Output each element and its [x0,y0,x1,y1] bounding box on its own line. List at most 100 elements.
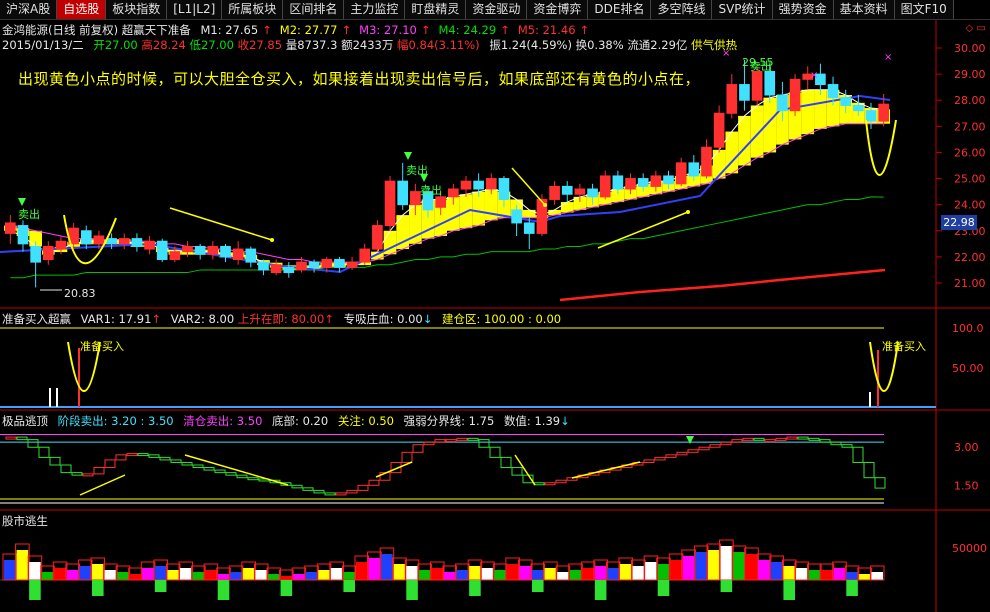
candle-body [258,261,269,271]
build-value: 建仓区: 100.00 : 0.00 [442,312,562,326]
sell-arrow-icon [686,436,694,444]
price-axis-label: 27.00 [954,120,986,133]
price-axis-label: 22.00 [954,251,986,264]
candle-body [485,178,497,190]
price-axis-label: 24.00 [954,199,986,212]
value-value: 数值: 1.39 [503,414,561,428]
volume-bar [569,570,582,580]
volume-bar [66,570,79,580]
escape-box [841,444,853,448]
volume-bar [594,566,607,580]
volume-bar [494,570,506,580]
escape-box [181,461,193,466]
var1-value: VAR1: 17.91 [80,312,152,326]
price-axis-label: 30.00 [954,42,986,55]
candle-body [270,264,282,274]
volume-bar [645,562,657,580]
escape-box [126,453,138,457]
candle-body [523,222,535,234]
volume-bar [343,572,355,580]
candle-body [372,225,383,250]
candle-body [650,175,662,187]
candle-body [637,178,649,187]
indicator2-axis-label: 1.50 [954,479,979,492]
negative-bar [469,580,481,596]
candle-body [827,84,839,99]
strategy-annotation: 出现黄色小点的时候，可以大胆全仓买入，如果接着出现卖出信号后，如果底部还有黄色的… [18,70,701,88]
stage-sell-value: 阶段卖出: 3.20 : 3.50 [57,414,174,428]
escape-box [511,467,523,476]
candle-body [384,180,396,227]
candle-body [296,261,307,271]
sell-arrow-icon [18,198,26,206]
trend-band-step [560,202,574,213]
volume-bar [16,550,29,580]
escape-box [423,441,435,446]
indicator2-axis-label: 3.00 [954,441,979,454]
volume-bar [582,568,594,580]
sell-signal-label: 卖出 [18,208,40,221]
trend-band-step [814,89,827,129]
volume-bar [54,568,66,580]
escape-box [236,474,248,479]
sell-signal-label: 卖出 [420,184,442,197]
escape-box [731,439,743,443]
candle-body [55,240,67,250]
escape-box [456,437,468,441]
escape-box [786,436,798,440]
volume-bar [180,568,192,580]
focus-value: 关注: 0.50 [337,414,394,428]
volume-bar [154,566,167,580]
candle-body [777,94,788,112]
volume-bar [532,570,544,580]
escape-box [49,456,61,466]
volume-bar [192,572,205,580]
escape-box [412,444,424,453]
candle-body [93,235,105,245]
candle-body [853,104,864,112]
indicator1-axis-label: 50.00 [952,362,984,375]
var2-value: VAR2: 8.00 [170,312,235,326]
escape-box [203,467,215,471]
candle-body [169,251,181,261]
indicator2-title: 极品逃顶 [2,414,48,428]
indicator1-title: 准备买入超赢 [2,312,71,326]
escape-box [170,459,182,463]
escape-box [16,436,28,441]
volume-bar [406,566,418,580]
volume-bar [393,564,406,580]
clear-sell-value: 清仓卖出: 3.50 [183,414,263,428]
trend-band-step [750,105,764,158]
candle-body [498,178,510,200]
escape-box [324,492,336,496]
sell-signal-label: 卖出 [750,60,772,73]
volume-bar [632,566,645,580]
escape-box [434,439,446,443]
escape-box [346,489,358,494]
escape-box [115,454,127,461]
rising-value: 上升在即: 80.00 [237,312,325,326]
escape-box [819,439,831,443]
price-axis-label: 29.00 [954,68,986,81]
escape-box [698,446,710,451]
volume-bar [129,574,142,580]
volume-bar [444,572,456,580]
volume-bar [469,566,481,580]
negative-bar [657,580,670,596]
volume-bar [41,572,54,580]
candle-body [713,112,725,148]
low-price-label: 20.83 [64,287,96,300]
volume-bar [255,570,267,580]
negative-bar [92,580,104,596]
candle-body [701,146,712,177]
sell-arrow-icon [404,152,412,160]
trend-arrow [514,454,536,486]
volume-bar [431,568,443,580]
escape-box [445,439,457,443]
volume-bar [858,574,871,580]
candle-body [688,162,700,177]
volume-bar [506,564,519,580]
volume-bar [871,572,883,580]
divide-value: 强弱分界线: 1.75 [403,414,495,428]
escape-box [247,477,259,481]
